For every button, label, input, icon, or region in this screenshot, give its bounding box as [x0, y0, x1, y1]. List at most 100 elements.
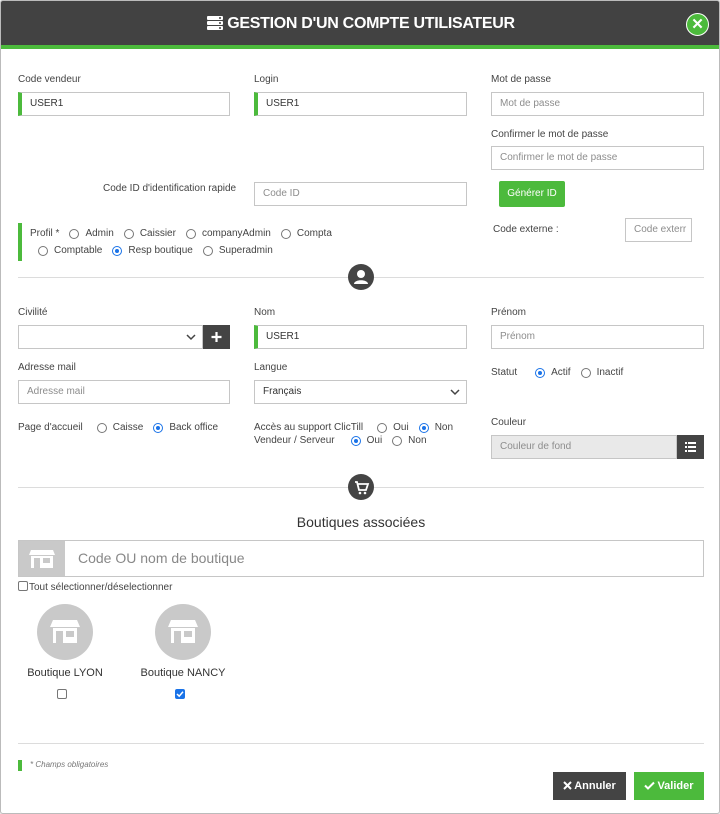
radio-companyadmin[interactable]	[185, 228, 196, 239]
plus-icon	[211, 332, 222, 342]
modal-title-text: GESTION D'UN COMPTE UTILISATEUR	[227, 15, 515, 32]
mot-de-passe-input[interactable]: Mot de passe	[491, 92, 704, 116]
page-accueil-option-label: Back office	[169, 422, 219, 433]
radio-superadmin[interactable]	[202, 245, 213, 256]
profil-option-label: Superadmin	[218, 245, 273, 256]
cancel-button-label: Annuler	[574, 780, 616, 792]
boutique-lyon-name: Boutique LYON	[27, 667, 103, 679]
close-button[interactable]: ✕	[686, 13, 709, 36]
acces-support-option-label: Non	[434, 422, 454, 433]
statut-option-label: Inactif	[596, 367, 624, 378]
shop-icon	[29, 550, 55, 568]
radio-comptable[interactable]	[38, 245, 48, 256]
adresse-mail-input[interactable]: Adresse mail	[18, 380, 230, 404]
boutique-search: Code OU nom de boutique	[18, 540, 704, 577]
radio-support-oui[interactable]	[377, 422, 388, 433]
required-note: * Champs obligatoires	[30, 760, 109, 769]
code-externe-input[interactable]: Code exterr	[625, 218, 692, 242]
statut-option-inactif[interactable]: Inactif	[580, 367, 624, 378]
user-account-modal: GESTION D'UN COMPTE UTILISATEUR ✕ Code v…	[0, 0, 720, 814]
select-all-checkbox[interactable]	[18, 581, 28, 591]
profil-option-superadmin[interactable]: Superadmin	[202, 245, 273, 256]
langue-value: Français	[263, 386, 302, 397]
page-accueil-row: Page d'accueil Caisse Back office	[18, 422, 228, 433]
boutique-nancy-checkbox[interactable]	[175, 689, 185, 699]
acces-support-label: Accès au support ClicTill	[254, 422, 364, 433]
code-vendeur-input[interactable]: USER1	[18, 92, 230, 116]
civilite-label: Civilité	[18, 307, 48, 318]
select-all-label: Tout sélectionner/déselectionner	[29, 582, 173, 593]
statut-row: Statut Actif Inactif	[491, 367, 633, 378]
radio-actif[interactable]	[535, 367, 546, 378]
vendeur-serveur-option-non[interactable]: Non	[392, 435, 427, 446]
add-civilite-button[interactable]	[203, 325, 230, 349]
code-id-input[interactable]: Code ID	[254, 182, 467, 206]
boutiques-title: Boutiques associées	[296, 514, 426, 530]
nom-input[interactable]: USER1	[254, 325, 467, 349]
profil-option-label: Resp boutique	[128, 245, 193, 256]
acces-support-option-label: Oui	[393, 422, 409, 433]
radio-compta[interactable]	[280, 228, 291, 239]
check-icon	[644, 781, 656, 790]
confirmer-input[interactable]: Confirmer le mot de passe	[491, 146, 704, 170]
statut-option-label: Actif	[551, 367, 571, 378]
cancel-button[interactable]: Annuler	[553, 772, 626, 800]
validate-button[interactable]: Valider	[634, 772, 704, 800]
page-accueil-option-caisse[interactable]: Caisse	[96, 422, 144, 433]
chevron-down-icon	[450, 389, 460, 396]
prenom-input[interactable]: Prénom	[491, 325, 704, 349]
code-id-label: Code ID d'identification rapide	[103, 183, 237, 194]
modal-title: GESTION D'UN COMPTE UTILISATEUR	[1, 15, 719, 33]
profil-option-compta[interactable]: Compta	[280, 228, 332, 239]
shop-search-badge	[19, 541, 65, 576]
profil-option-caissier[interactable]: Caissier	[123, 228, 176, 239]
civilite-select[interactable]	[18, 325, 203, 349]
page-accueil-option-back-office[interactable]: Back office	[153, 422, 218, 433]
boutique-lyon-checkbox[interactable]	[57, 689, 67, 699]
profil-option-label: companyAdmin	[201, 228, 271, 239]
vendeur-serveur-option-label: Non	[408, 435, 427, 446]
radio-vendeur-non[interactable]	[392, 435, 403, 446]
profil-option-label: Comptable	[54, 245, 103, 256]
boutique-nancy-name: Boutique NANCY	[140, 667, 226, 679]
user-icon	[354, 270, 368, 284]
profil-option-comptable[interactable]: Comptable	[38, 245, 102, 256]
cart-section-badge	[348, 474, 374, 500]
boutique-search-input[interactable]: Code OU nom de boutique	[78, 541, 245, 576]
radio-admin[interactable]	[69, 228, 80, 239]
mot-de-passe-label: Mot de passe	[491, 74, 552, 85]
radio-resp-boutique[interactable]	[112, 245, 123, 256]
langue-select[interactable]: Français	[254, 380, 467, 404]
profil-option-resp-boutique[interactable]: Resp boutique	[112, 245, 193, 256]
profil-required-bar	[18, 223, 22, 261]
profil-option-admin[interactable]: Admin	[69, 228, 114, 239]
acces-support-option-non[interactable]: Non	[418, 422, 454, 433]
modal-header: GESTION D'UN COMPTE UTILISATEUR ✕	[1, 1, 719, 49]
login-input[interactable]: USER1	[254, 92, 467, 116]
profil-option-companyadmin[interactable]: companyAdmin	[185, 228, 271, 239]
acces-support-option-oui[interactable]: Oui	[377, 422, 409, 433]
page-accueil-option-label: Caisse	[112, 422, 144, 433]
radio-caissier[interactable]	[123, 228, 134, 239]
vendeur-serveur-option-oui[interactable]: Oui	[350, 435, 382, 446]
vendeur-serveur-row: Vendeur / Serveur Oui Non	[254, 435, 437, 446]
validate-button-label: Valider	[657, 780, 694, 792]
radio-inactif[interactable]	[580, 367, 591, 378]
langue-label: Langue	[254, 362, 288, 373]
shop-icon	[50, 620, 80, 643]
user-section-badge	[348, 264, 374, 290]
color-picker-button[interactable]	[677, 435, 704, 459]
statut-option-actif[interactable]: Actif	[535, 367, 571, 378]
profil-option-label: Compta	[296, 228, 332, 239]
generer-id-button[interactable]: Générer ID	[499, 181, 565, 207]
couleur-input[interactable]: Couleur de fond	[491, 435, 677, 459]
radio-support-non[interactable]	[418, 422, 429, 433]
check-icon	[176, 691, 184, 698]
shop-icon	[168, 620, 198, 643]
radio-back-office[interactable]	[153, 422, 164, 433]
acces-support-row: Accès au support ClicTill Oui Non	[254, 422, 463, 433]
adresse-mail-label: Adresse mail	[18, 362, 76, 373]
prenom-label: Prénom	[491, 307, 527, 318]
radio-caisse[interactable]	[96, 422, 107, 433]
radio-vendeur-oui[interactable]	[350, 435, 361, 446]
